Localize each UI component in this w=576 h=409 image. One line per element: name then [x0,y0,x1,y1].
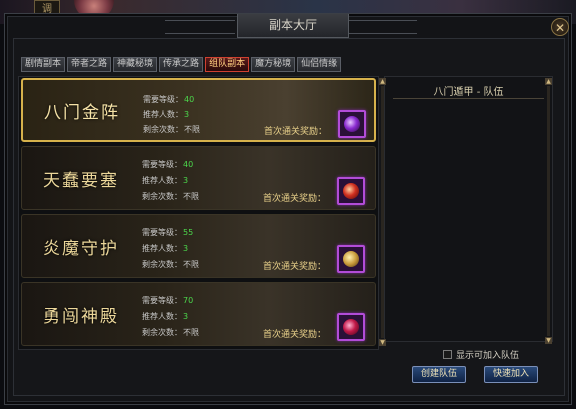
dungeon-card-bamen[interactable]: 八门金阵 需要等级：40 推荐人数：3 剩余次数：不限 首次通关奖励： [21,78,376,142]
recommended-players: 推荐人数：3 [142,176,189,185]
dungeon-name: 天蠢要塞 [43,170,119,191]
remaining-attempts: 剩余次数：不限 [143,125,200,134]
tab-emperor-road[interactable]: 帝者之路 [67,57,112,72]
dungeon-name: 八门金阵 [44,102,120,123]
tab-team-dungeon[interactable]: 组队副本 [205,57,250,72]
red-gem-orb-icon[interactable] [337,177,365,205]
first-clear-reward-label: 首次通关奖励： [263,194,327,204]
dungeon-list: 八门金阵 需要等级：40 推荐人数：3 剩余次数：不限 首次通关奖励： 天蠢要塞… [18,76,379,350]
list-scroll-up-icon[interactable]: ▲ [379,78,386,85]
remaining-attempts: 剩余次数：不限 [142,192,199,201]
first-clear-reward-label: 首次通关奖励： [264,127,328,137]
panel-scroll-up-icon[interactable]: ▲ [545,78,552,85]
dungeon-card-temple[interactable]: 勇闯神殿 需要等级：70 推荐人数：3 剩余次数：不限 首次通关奖励： [21,282,376,346]
first-clear-reward-label: 首次通关奖励： [263,262,327,272]
required-level: 需要等级：70 [142,296,194,305]
recommended-players: 推荐人数：3 [143,110,190,119]
show-joinable-checkbox[interactable] [443,350,452,359]
recommended-players: 推荐人数：3 [142,244,189,253]
show-joinable-toggle[interactable]: 显示可加入队伍 [443,348,519,361]
team-panel-title: 八门遁甲 - 队伍 [433,87,504,98]
tab-divine-treasure[interactable]: 神藏秘境 [113,57,158,72]
close-icon[interactable]: ✕ [551,18,569,36]
first-clear-reward-label: 首次通关奖励： [263,330,327,340]
remaining-attempts: 剩余次数：不限 [142,260,199,269]
quick-join-button[interactable]: 快速加入 [484,366,538,383]
tab-immortal-couple[interactable]: 仙侣情缘 [297,57,342,72]
tab-inheritance-road[interactable]: 传承之路 [159,57,204,72]
gold-pouch-icon[interactable] [337,245,365,273]
window-title: 副本大厅 [237,14,349,38]
title-ornament-left [165,20,235,34]
dungeon-name: 勇闯神殿 [43,306,119,327]
panel-scrollbar[interactable] [547,86,550,336]
list-scrollbar[interactable] [381,86,384,338]
required-level: 需要等级：55 [142,228,194,237]
tab-magic-cube-realm[interactable]: 魔方秘境 [251,57,296,72]
show-joinable-label: 显示可加入队伍 [456,351,520,361]
panel-divider [393,98,544,99]
dungeon-name: 炎魔守护 [43,238,119,259]
purple-vortex-orb-icon[interactable] [338,110,366,138]
panel-scroll-down-icon[interactable]: ▼ [545,337,552,344]
tab-story-dungeon[interactable]: 剧情副本 [21,57,66,72]
title-ornament-right [347,20,417,34]
crimson-wing-orb-icon[interactable] [337,313,365,341]
remaining-attempts: 剩余次数：不限 [142,328,199,337]
list-scroll-down-icon[interactable]: ▼ [379,339,386,346]
recommended-players: 推荐人数：3 [142,312,189,321]
dungeon-category-tabs: 剧情副本 帝者之路 神藏秘境 传承之路 组队副本 魔方秘境 仙侣情缘 [21,57,342,72]
team-list-panel: 八门遁甲 - 队伍 [384,76,553,342]
required-level: 需要等级：40 [143,95,195,104]
create-team-button[interactable]: 创建队伍 [412,366,466,383]
dungeon-card-flame-demon[interactable]: 炎魔守护 需要等级：55 推荐人数：3 剩余次数：不限 首次通关奖励： [21,214,376,278]
dungeon-card-fortress[interactable]: 天蠢要塞 需要等级：40 推荐人数：3 剩余次数：不限 首次通关奖励： [21,146,376,210]
required-level: 需要等级：40 [142,160,194,169]
